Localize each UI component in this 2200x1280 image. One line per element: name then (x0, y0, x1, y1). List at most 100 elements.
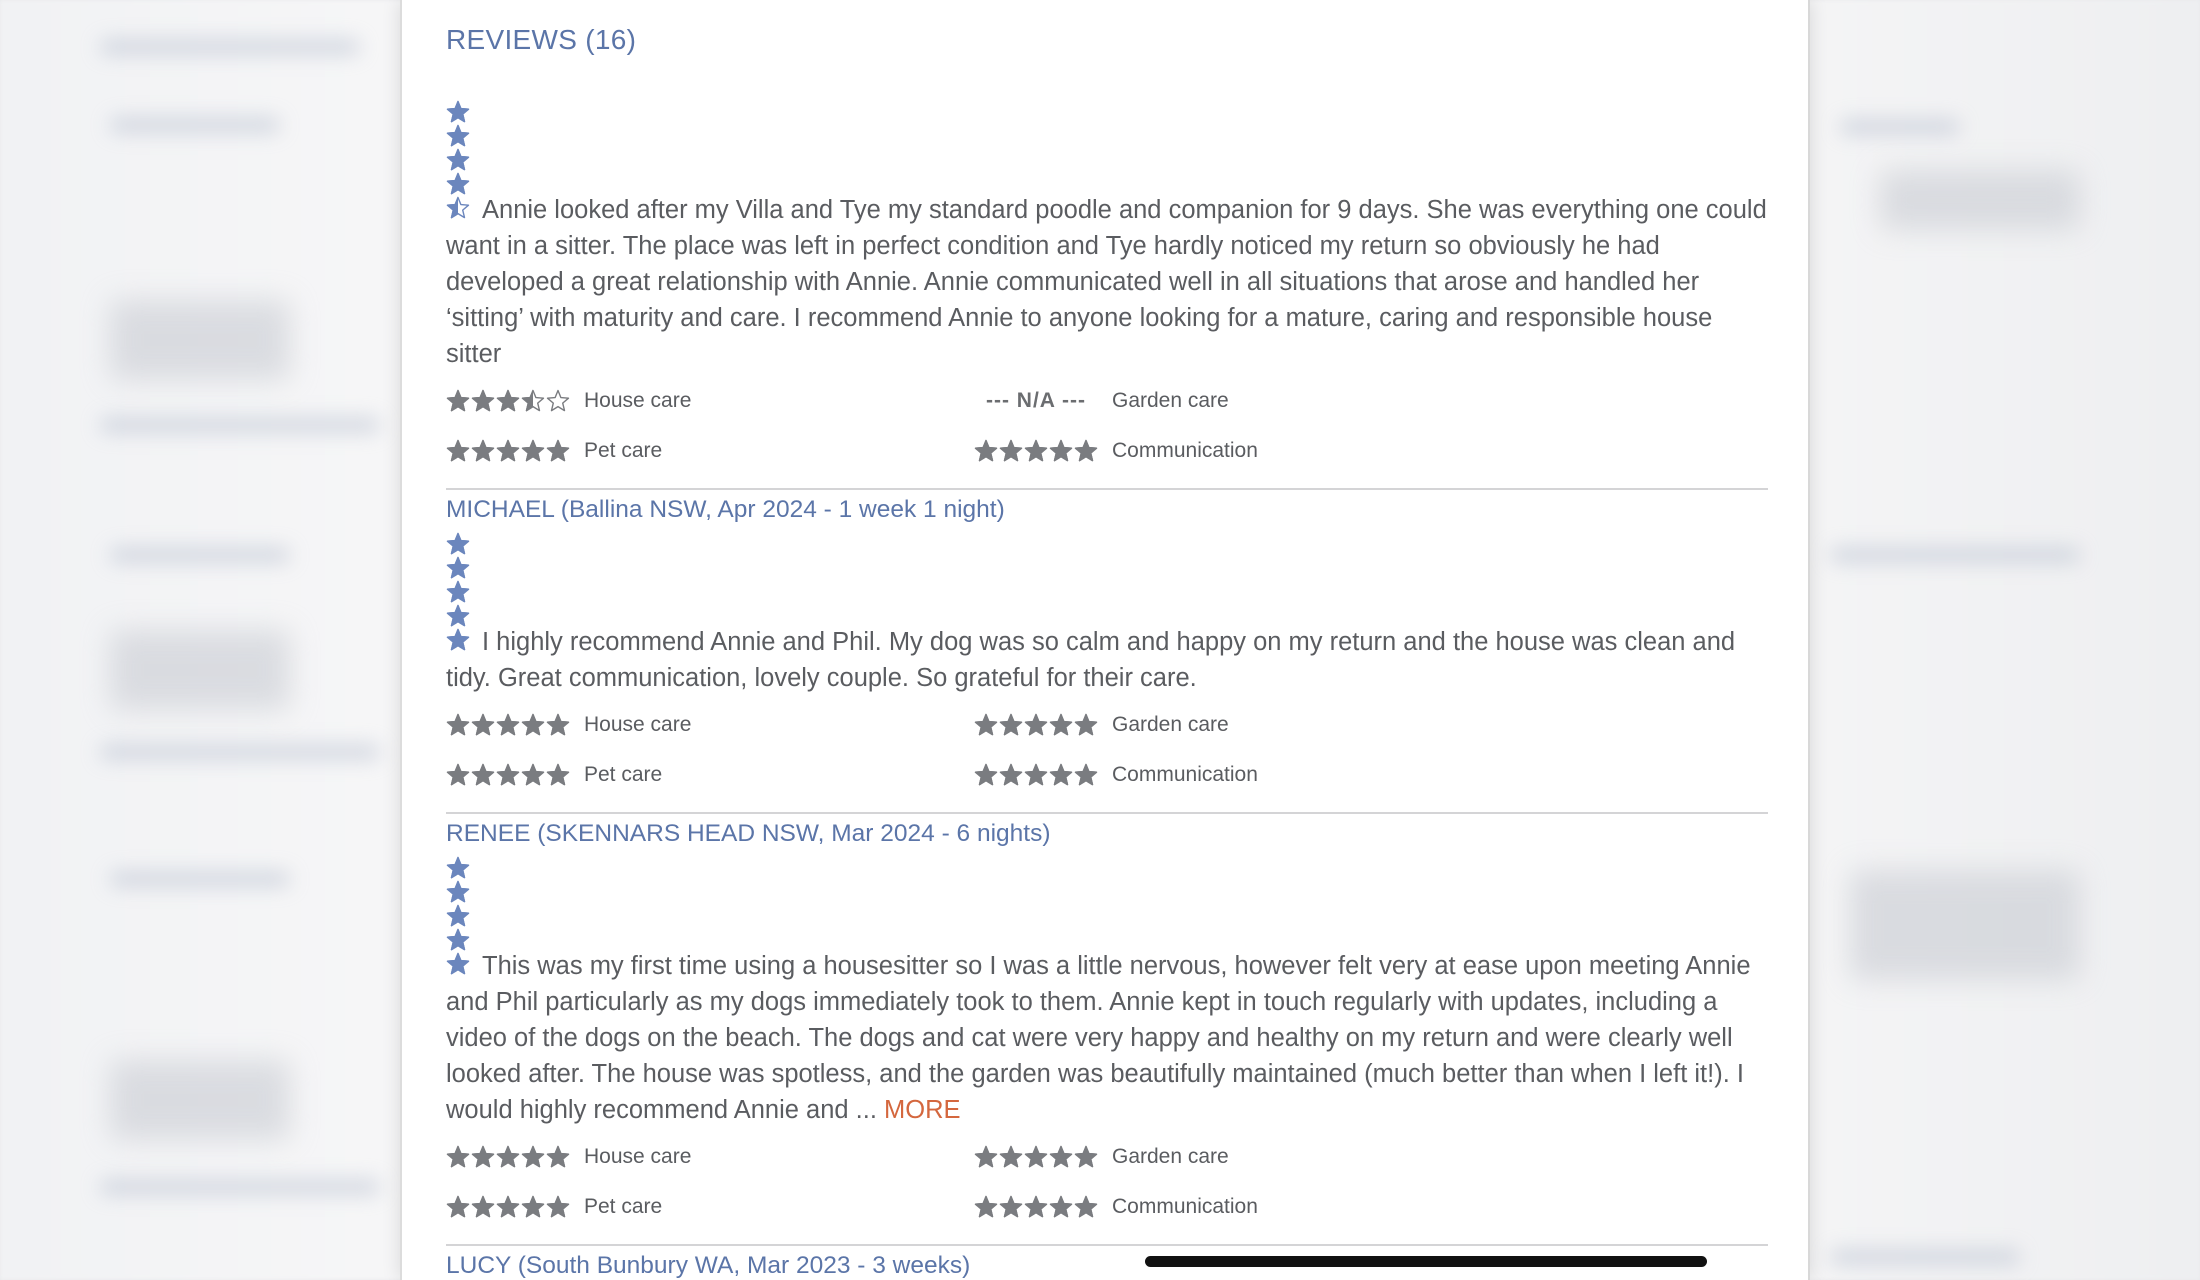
garden-care-stars (974, 1145, 1098, 1169)
blurred-background-text (1830, 548, 2080, 562)
star-icon (446, 172, 470, 195)
star-icon (471, 763, 495, 786)
pet-care-stars (446, 763, 570, 787)
star-icon (471, 1145, 495, 1168)
blurred-background-text (100, 745, 380, 759)
star-icon (496, 1145, 520, 1168)
review-text: I highly recommend Annie and Phil. My do… (446, 532, 1768, 696)
blurred-background-block (1850, 870, 2080, 980)
star-icon (446, 928, 470, 951)
star-icon (1074, 713, 1098, 736)
review-divider (446, 812, 1768, 814)
rating-communication: Communication (974, 760, 1258, 790)
more-link[interactable]: MORE (884, 1096, 961, 1124)
star-icon (1024, 713, 1048, 736)
star-icon (1074, 1195, 1098, 1218)
rating-label: House care (584, 389, 692, 412)
rating-garden-care: Garden care (974, 1142, 1229, 1172)
star-icon (446, 148, 470, 171)
review-body: This was my first time using a housesitt… (446, 952, 1751, 1124)
review-item: This was my first time using a housesitt… (446, 856, 1768, 1280)
star-icon (999, 439, 1023, 462)
star-icon (446, 763, 470, 786)
blurred-background-text (100, 418, 380, 432)
star-icon (496, 439, 520, 462)
star-icon (974, 439, 998, 462)
star-icon (1049, 1195, 1073, 1218)
pet-care-stars (446, 1195, 570, 1219)
reviews-panel: REVIEWS (16) Annie looked after my Villa… (400, 0, 1810, 1280)
blurred-background-text (100, 40, 360, 54)
rating-label: Garden care (1112, 1145, 1229, 1168)
rating-label: Communication (1112, 763, 1258, 786)
star-icon (1024, 1145, 1048, 1168)
overall-rating-stars (446, 100, 470, 220)
star-icon (999, 713, 1023, 736)
rating-pet-care: Pet care (446, 1192, 662, 1222)
star-icon (446, 604, 470, 627)
not-applicable-text: --- N/A --- (985, 389, 1086, 412)
rating-garden-care: Garden care (974, 710, 1229, 740)
star-icon (446, 880, 470, 903)
reviewer-link[interactable]: MICHAEL (Ballina NSW, Apr 2024 - 1 week … (446, 496, 1768, 524)
house-care-stars (446, 389, 570, 413)
rating-label: Garden care (1112, 389, 1229, 412)
category-ratings: House care --- N/A --- Garden care Pet c… (446, 386, 1768, 486)
star-icon (496, 713, 520, 736)
star-icon (521, 389, 545, 412)
review-text: Annie looked after my Villa and Tye my s… (446, 100, 1768, 372)
star-icon (446, 439, 470, 462)
house-care-stars (446, 1145, 570, 1169)
rating-house-care: House care (446, 710, 691, 740)
star-icon (446, 952, 470, 975)
review-body: Annie looked after my Villa and Tye my s… (446, 196, 1767, 368)
rating-communication: Communication (974, 436, 1258, 466)
rating-pet-care: Pet care (446, 760, 662, 790)
rating-label: Pet care (584, 1195, 663, 1218)
rating-label: Communication (1112, 439, 1258, 462)
star-icon (1024, 763, 1048, 786)
star-icon (446, 1195, 470, 1218)
category-ratings: House care Garden care Pet care Communic… (446, 1142, 1768, 1242)
review-text: This was my first time using a housesitt… (446, 856, 1768, 1128)
star-icon (1024, 1195, 1048, 1218)
star-icon (546, 389, 570, 412)
rating-label: Garden care (1112, 713, 1229, 736)
blurred-background-text (110, 872, 290, 886)
reviewer-link[interactable]: RENEE (SKENNARS HEAD NSW, Mar 2024 - 6 n… (446, 820, 1768, 848)
review-divider (446, 1244, 1768, 1246)
garden-care-stars (974, 713, 1098, 737)
star-icon (446, 904, 470, 927)
home-indicator-bar (1145, 1256, 1707, 1267)
communication-stars (974, 763, 1098, 787)
blurred-background-block (1880, 170, 2080, 230)
star-icon (471, 1195, 495, 1218)
star-icon (521, 1145, 545, 1168)
blurred-background-block (110, 1060, 290, 1140)
rating-label: Pet care (584, 763, 663, 786)
star-icon (496, 389, 520, 412)
star-icon (1049, 763, 1073, 786)
star-icon (446, 856, 470, 879)
star-icon (999, 763, 1023, 786)
star-icon (446, 556, 470, 579)
star-icon (546, 1195, 570, 1218)
star-icon (446, 196, 470, 219)
pet-care-stars (446, 439, 570, 463)
rating-label: Communication (1112, 1195, 1258, 1218)
star-icon (446, 532, 470, 555)
star-icon (1074, 439, 1098, 462)
rating-garden-care: --- N/A --- Garden care (974, 386, 1229, 416)
star-icon (496, 763, 520, 786)
overall-rating-stars (446, 856, 470, 976)
star-icon (974, 1145, 998, 1168)
house-care-stars (446, 713, 570, 737)
star-icon (1049, 713, 1073, 736)
star-icon (521, 1195, 545, 1218)
star-icon (446, 100, 470, 123)
star-icon (446, 713, 470, 736)
star-icon (446, 124, 470, 147)
blurred-background-text (110, 548, 290, 562)
star-icon (974, 763, 998, 786)
star-icon (974, 1195, 998, 1218)
